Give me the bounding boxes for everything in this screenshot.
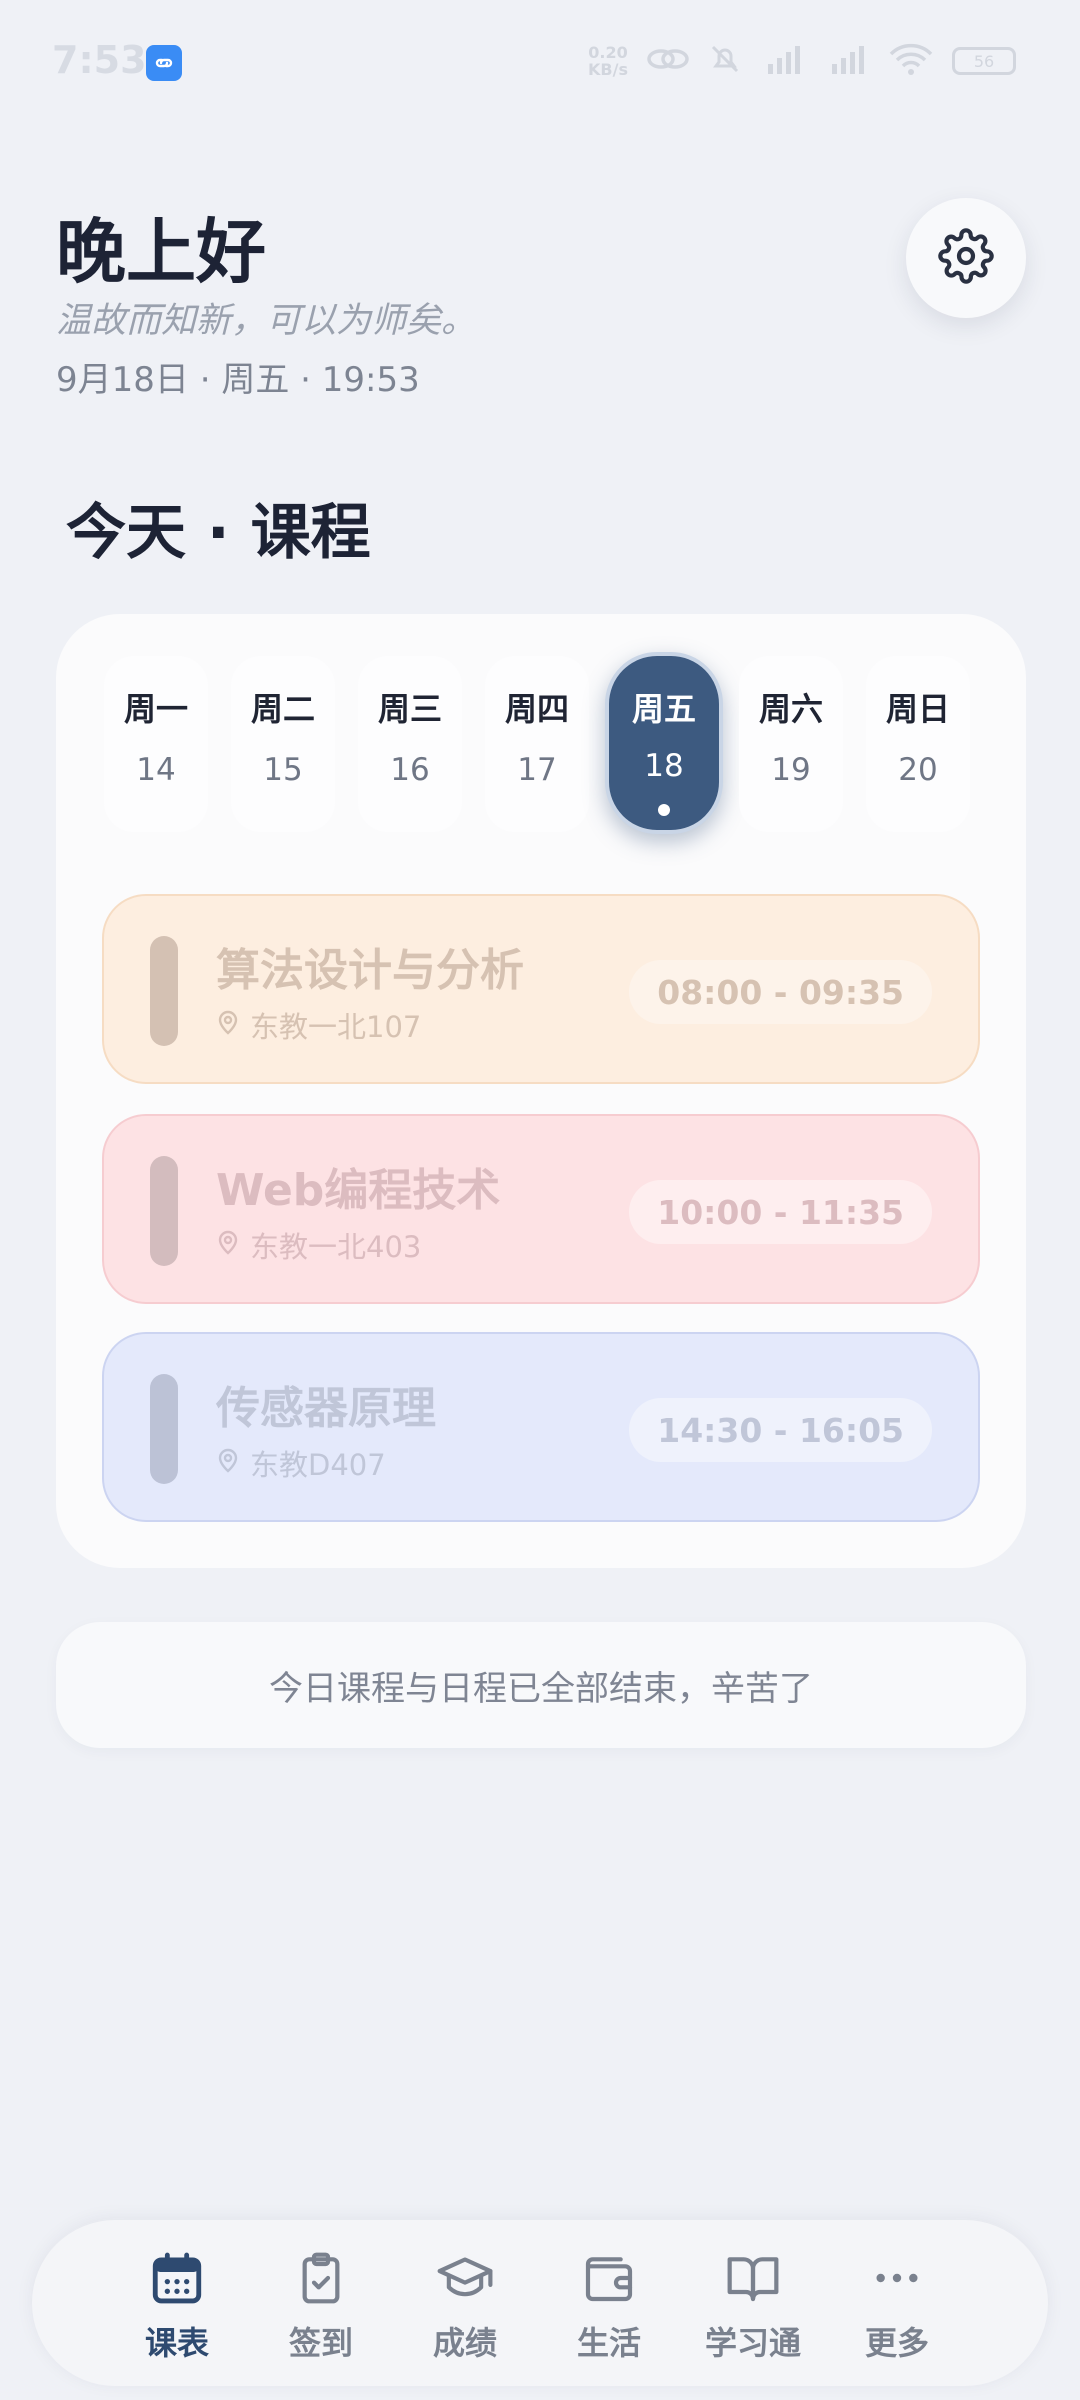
- course-location: 东教一北107: [216, 1004, 421, 1046]
- book-icon: [723, 2248, 783, 2308]
- bottom-nav: 课表 签到 成绩 生活 学习通 更多: [32, 2220, 1048, 2386]
- course-color-bar: [150, 1156, 178, 1266]
- nav-schedule[interactable]: 课表: [112, 2248, 242, 2364]
- calendar-icon: [147, 2248, 207, 2308]
- course-card[interactable]: 算法设计与分析 东教一北107 08:00 - 09:35: [102, 894, 980, 1084]
- settings-button[interactable]: [906, 198, 1026, 318]
- nav-xuexitong[interactable]: 学习通: [688, 2248, 818, 2364]
- course-time: 14:30 - 16:05: [629, 1398, 932, 1462]
- done-message: 今日课程与日程已全部结束，辛苦了: [56, 1622, 1026, 1748]
- course-card[interactable]: 传感器原理 东教D407 14:30 - 16:05: [102, 1332, 980, 1522]
- course-location: 东教一北403: [216, 1224, 421, 1266]
- schedule-card: 周一 14 周二 15 周三 16 周四 17 周五 18 周六 19 周日 2…: [56, 614, 1026, 1568]
- link-icon: [646, 44, 690, 78]
- nav-checkin[interactable]: 签到: [256, 2248, 386, 2364]
- status-bar: 7:53 0.20 KB/s 56: [0, 0, 1080, 120]
- signal-hd-icon: [760, 42, 806, 80]
- day-sat[interactable]: 周六 19: [739, 656, 843, 832]
- motto: 温故而知新，可以为师矣。: [56, 301, 477, 341]
- day-wed[interactable]: 周三 16: [358, 656, 462, 832]
- day-tue[interactable]: 周二 15: [231, 656, 335, 832]
- course-time: 08:00 - 09:35: [629, 960, 932, 1024]
- course-card[interactable]: Web编程技术 东教一北403 10:00 - 11:35: [102, 1114, 980, 1304]
- nav-grades[interactable]: 成绩: [400, 2248, 530, 2364]
- date-line: 9月18日 · 周五 · 19:53: [56, 360, 420, 400]
- gear-icon: [938, 228, 994, 288]
- day-mon[interactable]: 周一 14: [104, 656, 208, 832]
- wallet-icon: [579, 2248, 639, 2308]
- clipboard-check-icon: [291, 2248, 351, 2308]
- more-icon: [867, 2248, 927, 2308]
- course-name: Web编程技术: [216, 1165, 501, 1216]
- week-selector: 周一 14 周二 15 周三 16 周四 17 周五 18 周六 19 周日 2…: [104, 652, 978, 834]
- course-color-bar: [150, 1374, 178, 1484]
- net-speed: 0.20 KB/s: [588, 43, 628, 79]
- link-icon: [146, 45, 182, 81]
- course-location: 东教D407: [216, 1442, 386, 1484]
- signal-hd-icon: [824, 42, 870, 80]
- status-time: 7:53: [52, 38, 147, 82]
- wifi-icon: [888, 42, 934, 80]
- day-thu[interactable]: 周四 17: [485, 656, 589, 832]
- nav-more[interactable]: 更多: [832, 2248, 962, 2364]
- location-pin-icon: [216, 1008, 240, 1042]
- course-time: 10:00 - 11:35: [629, 1180, 932, 1244]
- mute-icon: [708, 42, 742, 80]
- nav-life[interactable]: 生活: [544, 2248, 674, 2364]
- greeting: 晚上好: [56, 211, 266, 293]
- section-title: 今天 · 课程: [66, 498, 371, 568]
- location-pin-icon: [216, 1446, 240, 1480]
- battery-icon: 56: [952, 47, 1016, 75]
- day-fri-selected[interactable]: 周五 18: [605, 652, 723, 834]
- location-pin-icon: [216, 1228, 240, 1262]
- today-dot: [658, 804, 670, 816]
- course-color-bar: [150, 936, 178, 1046]
- course-name: 传感器原理: [216, 1383, 436, 1434]
- day-sun[interactable]: 周日 20: [866, 656, 970, 832]
- graduation-cap-icon: [435, 2248, 495, 2308]
- course-name: 算法设计与分析: [216, 945, 524, 996]
